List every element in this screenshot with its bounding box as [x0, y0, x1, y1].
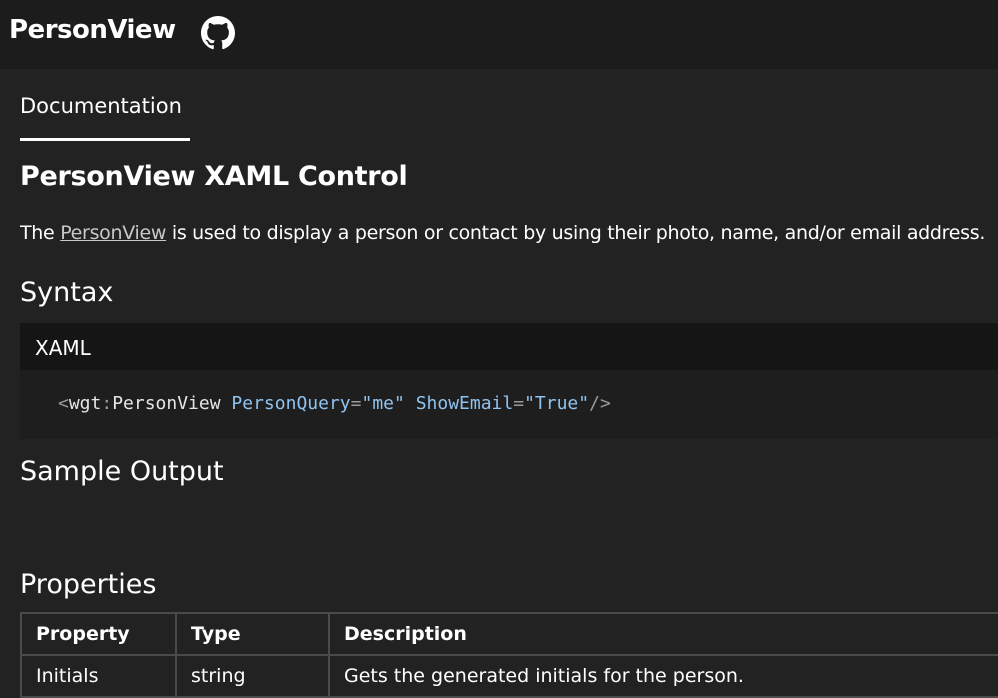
code-value-me: "me" [361, 393, 405, 414]
code-line: <wgt:PersonView PersonQuery="me" ShowEma… [58, 393, 611, 414]
table-header-row: Property Type Description [20, 612, 998, 656]
code-equals: = [350, 393, 362, 414]
intro-suffix: is used to display a person or contact b… [166, 222, 986, 244]
code-open-bracket: < [58, 393, 69, 414]
code-block: XAML <wgt:PersonView PersonQuery="me" Sh… [20, 323, 998, 439]
code-prefix: wgt [68, 393, 102, 414]
column-header-property: Property [20, 612, 177, 656]
intro-paragraph: The PersonView is used to display a pers… [20, 222, 985, 244]
column-header-type: Type [175, 612, 330, 656]
cell-property: Initials [20, 654, 177, 698]
code-attr-personquery: PersonQuery [231, 393, 351, 414]
tab-selected-indicator [20, 138, 190, 141]
code-colon: : [101, 393, 113, 414]
page-title: PersonView XAML Control [20, 161, 408, 192]
column-header-description: Description [328, 612, 998, 656]
code-equals: = [513, 393, 525, 414]
app-title: PersonView [9, 15, 176, 45]
tab-label: Documentation [20, 94, 182, 118]
cell-type: string [175, 654, 330, 698]
title-bar: PersonView [0, 0, 998, 69]
cell-description: Gets the generated initials for the pers… [328, 654, 998, 698]
code-language-label: XAML [35, 336, 91, 360]
code-value-true: "True" [524, 393, 590, 414]
code-attr-showemail: ShowEmail [415, 393, 514, 414]
table-row: Initials string Gets the generated initi… [20, 654, 998, 698]
code-tag: PersonView [112, 393, 221, 414]
sample-output-heading: Sample Output [20, 456, 224, 487]
syntax-heading: Syntax [20, 277, 114, 308]
intro-prefix: The [20, 222, 61, 244]
properties-heading: Properties [20, 569, 157, 600]
properties-table: Property Type Description Initials strin… [20, 612, 998, 698]
github-icon[interactable] [201, 16, 235, 50]
tab-documentation[interactable]: Documentation [20, 94, 190, 141]
code-header: XAML [20, 323, 998, 370]
code-close-bracket: /> [589, 393, 611, 414]
personview-link[interactable]: PersonView [60, 222, 166, 244]
